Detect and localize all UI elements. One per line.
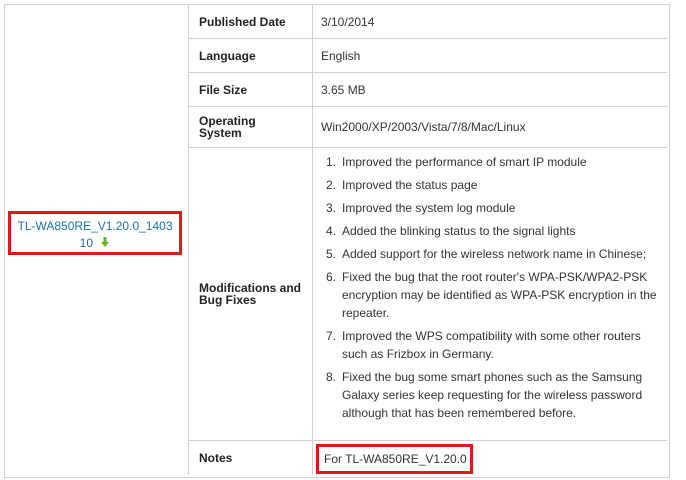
list-item: 4. Added the blinking status to the signa… bbox=[326, 224, 576, 238]
list-item: 6. Fixed the bug that the root router's W… bbox=[326, 270, 657, 320]
list-item: 3. Improved the system log module bbox=[326, 201, 516, 215]
download-highlight: TL-WA850RE_V1.20.0_1403 10 bbox=[8, 211, 182, 255]
list-item: 5. Added support for the wireless network… bbox=[326, 247, 647, 261]
language-label: Language bbox=[189, 39, 313, 72]
row-file-size: File Size 3.65 MB bbox=[189, 73, 667, 107]
modifications-label: Modifications and Bug Fixes bbox=[189, 148, 313, 440]
list-item: 1. Improved the performance of smart IP m… bbox=[326, 155, 587, 169]
modifications-list: 1. Improved the performance of smart IP m… bbox=[322, 153, 659, 427]
notes-highlight: For TL-WA850RE_V1.20.0 bbox=[316, 444, 473, 474]
notes-value-cell: For TL-WA850RE_V1.20.0 bbox=[314, 441, 667, 475]
operating-system-value: Win2000/XP/2003/Vista/7/8/Mac/Linux bbox=[321, 120, 526, 134]
row-operating-system: Operating System Win2000/XP/2003/Vista/7… bbox=[189, 107, 667, 148]
file-cell: TL-WA850RE_V1.20.0_1403 10 bbox=[5, 5, 189, 475]
list-item: 2. Improved the status page bbox=[326, 178, 478, 192]
language-value: English bbox=[321, 48, 361, 63]
modifications-value: 1. Improved the performance of smart IP m… bbox=[314, 148, 667, 440]
notes-value: For TL-WA850RE_V1.20.0 bbox=[324, 452, 467, 466]
operating-system-label: Operating System bbox=[189, 107, 313, 147]
published-date-value: 3/10/2014 bbox=[321, 14, 375, 29]
row-language: Language English bbox=[189, 39, 667, 73]
firmware-download-link[interactable]: TL-WA850RE_V1.20.0_1403 10 bbox=[18, 219, 173, 250]
notes-label: Notes bbox=[189, 441, 313, 475]
download-link-text-line1: TL-WA850RE_V1.20.0_1403 bbox=[17, 219, 173, 233]
list-item: 7. Improved the WPS compatibility with so… bbox=[326, 329, 641, 361]
row-published-date: Published Date 3/10/2014 bbox=[189, 5, 667, 39]
row-notes: Notes For TL-WA850RE_V1.20.0 bbox=[189, 441, 667, 475]
file-size-label: File Size bbox=[189, 73, 313, 106]
list-item: 8. Fixed the bug some smart phones such a… bbox=[326, 370, 643, 420]
download-link-text-line2: 10 bbox=[79, 236, 93, 250]
download-arrow-icon[interactable] bbox=[100, 235, 110, 252]
published-date-label: Published Date bbox=[189, 5, 313, 38]
firmware-table: TL-WA850RE_V1.20.0_1403 10 Published Dat… bbox=[4, 4, 670, 478]
row-modifications: Modifications and Bug Fixes 1. Improved t… bbox=[189, 148, 667, 441]
file-size-value: 3.65 MB bbox=[321, 82, 366, 97]
